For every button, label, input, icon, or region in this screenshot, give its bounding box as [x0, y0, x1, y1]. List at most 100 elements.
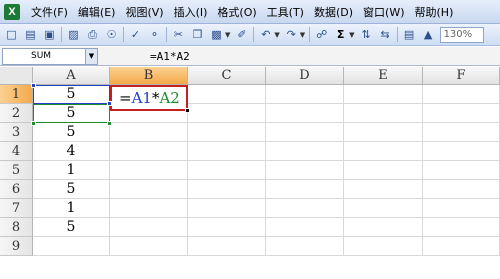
column-header-f[interactable]: F — [423, 67, 500, 85]
cell-a6[interactable]: 5 — [33, 180, 110, 199]
row-header-9[interactable]: 9 — [0, 237, 33, 256]
hyperlink-icon[interactable]: ☍ — [313, 26, 330, 43]
cell-f5[interactable] — [423, 161, 500, 180]
cell-e2[interactable] — [344, 104, 423, 123]
cell-c1[interactable] — [188, 85, 266, 104]
excel-app-icon[interactable]: X — [4, 3, 20, 20]
cell-c4[interactable] — [188, 142, 266, 161]
cell-b7[interactable] — [110, 199, 188, 218]
paste-dropdown-icon[interactable]: ▼ — [225, 31, 230, 39]
cell-f6[interactable] — [423, 180, 500, 199]
autosum-dropdown-icon[interactable]: ▼ — [349, 31, 354, 39]
menu-help[interactable]: 帮助(H) — [410, 0, 459, 24]
menu-view[interactable]: 视图(V) — [120, 0, 168, 24]
menu-data[interactable]: 数据(D) — [309, 0, 358, 24]
cell-d2[interactable] — [266, 104, 344, 123]
row-header-4[interactable]: 4 — [0, 142, 33, 161]
cell-b5[interactable] — [110, 161, 188, 180]
autosum-icon[interactable]: Σ — [332, 26, 349, 43]
cell-f4[interactable] — [423, 142, 500, 161]
row-header-5[interactable]: 5 — [0, 161, 33, 180]
cut-icon[interactable]: ✂ — [170, 26, 187, 43]
cell-a4[interactable]: 4 — [33, 142, 110, 161]
format-painter-icon[interactable]: ✐ — [233, 26, 250, 43]
column-header-e[interactable]: E — [344, 67, 423, 85]
cell-f1[interactable] — [423, 85, 500, 104]
cell-e4[interactable] — [344, 142, 423, 161]
ref-a2-handle[interactable] — [107, 121, 112, 126]
redo-icon[interactable]: ↷ — [283, 26, 300, 43]
select-all-corner[interactable] — [0, 67, 33, 85]
menu-insert[interactable]: 插入(I) — [169, 0, 213, 24]
cell-c7[interactable] — [188, 199, 266, 218]
cell-a2[interactable]: 5 — [33, 104, 110, 123]
fill-handle[interactable] — [185, 108, 190, 113]
cell-b6[interactable] — [110, 180, 188, 199]
cell-f7[interactable] — [423, 199, 500, 218]
cell-b9[interactable] — [110, 237, 188, 256]
cell-b3[interactable] — [110, 123, 188, 142]
spelling-icon[interactable]: ✓ — [127, 26, 144, 43]
cell-e8[interactable] — [344, 218, 423, 237]
redo-dropdown-icon[interactable]: ▼ — [300, 31, 305, 39]
cell-e1[interactable] — [344, 85, 423, 104]
ref-a1-handle[interactable] — [31, 83, 36, 88]
cell-d8[interactable] — [266, 218, 344, 237]
cell-d1[interactable] — [266, 85, 344, 104]
cell-b8[interactable] — [110, 218, 188, 237]
cell-e9[interactable] — [344, 237, 423, 256]
name-box[interactable]: SUM ▼ — [2, 47, 98, 65]
cell-d5[interactable] — [266, 161, 344, 180]
cell-f2[interactable] — [423, 104, 500, 123]
name-box-dropdown-icon[interactable]: ▼ — [85, 48, 97, 64]
row-header-7[interactable]: 7 — [0, 199, 33, 218]
print-preview-icon[interactable]: ☉ — [103, 26, 120, 43]
cell-c5[interactable] — [188, 161, 266, 180]
cell-e3[interactable] — [344, 123, 423, 142]
ref-a1-handle[interactable] — [107, 101, 112, 106]
row-header-6[interactable]: 6 — [0, 180, 33, 199]
cell-a8[interactable]: 5 — [33, 218, 110, 237]
cell-f9[interactable] — [423, 237, 500, 256]
chart-wizard-icon[interactable]: ▤ — [401, 26, 418, 43]
cell-d4[interactable] — [266, 142, 344, 161]
new-document-icon[interactable]: □ — [3, 26, 20, 43]
cell-d3[interactable] — [266, 123, 344, 142]
column-header-d[interactable]: D — [266, 67, 344, 85]
copy-icon[interactable]: ❐ — [189, 26, 206, 43]
cell-c8[interactable] — [188, 218, 266, 237]
undo-dropdown-icon[interactable]: ▼ — [274, 31, 279, 39]
cell-a1[interactable]: 5 — [33, 85, 110, 104]
cell-f8[interactable] — [423, 218, 500, 237]
cell-a5[interactable]: 1 — [33, 161, 110, 180]
row-header-2[interactable]: 2 — [0, 104, 33, 123]
cell-e7[interactable] — [344, 199, 423, 218]
cell-d6[interactable] — [266, 180, 344, 199]
cell-d7[interactable] — [266, 199, 344, 218]
cell-edit-text[interactable]: =A1*A2 — [119, 89, 180, 107]
menu-file[interactable]: 文件(F) — [26, 0, 73, 24]
ref-a2-handle[interactable] — [31, 121, 36, 126]
row-header-3[interactable]: 3 — [0, 123, 33, 142]
menu-edit[interactable]: 编辑(E) — [73, 0, 121, 24]
menu-window[interactable]: 窗口(W) — [358, 0, 409, 24]
cell-e6[interactable] — [344, 180, 423, 199]
cell-c2[interactable] — [188, 104, 266, 123]
cell-f3[interactable] — [423, 123, 500, 142]
permission-icon[interactable]: ▨ — [65, 26, 82, 43]
row-header-1[interactable]: 1 — [0, 85, 33, 104]
drawing-icon[interactable]: ▲ — [420, 26, 437, 43]
cell-d9[interactable] — [266, 237, 344, 256]
column-header-b[interactable]: B — [110, 67, 188, 85]
column-header-c[interactable]: C — [188, 67, 266, 85]
row-header-8[interactable]: 8 — [0, 218, 33, 237]
cell-c3[interactable] — [188, 123, 266, 142]
cell-a7[interactable]: 1 — [33, 199, 110, 218]
research-icon[interactable]: ⚬ — [146, 26, 163, 43]
sort-descending-icon[interactable]: ⇆ — [377, 26, 394, 43]
cell-b4[interactable] — [110, 142, 188, 161]
cell-e5[interactable] — [344, 161, 423, 180]
formula-input[interactable]: =A1*A2 — [150, 50, 190, 63]
zoom-select[interactable]: 130% — [439, 26, 484, 43]
cell-c9[interactable] — [188, 237, 266, 256]
